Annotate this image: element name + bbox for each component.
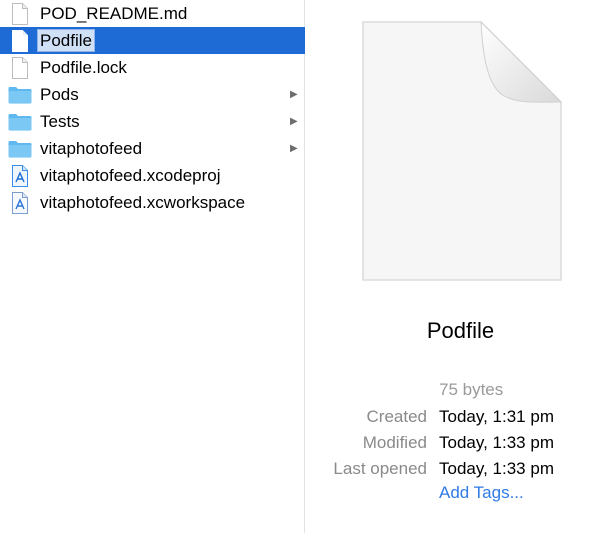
modified-row: Modified Today, 1:33 pm xyxy=(306,431,615,455)
file-list: POD_README.md Podfile Podfile.lock Pods … xyxy=(0,0,305,533)
folder-label: Pods xyxy=(40,85,79,104)
file-label: POD_README.md xyxy=(40,4,188,23)
last-opened-row: Last opened Today, 1:33 pm xyxy=(306,457,615,481)
document-icon xyxy=(8,54,32,81)
folder-icon xyxy=(8,81,32,108)
preview-file-name: Podfile xyxy=(426,318,495,343)
last-opened-value: Today, 1:33 pm xyxy=(439,459,554,478)
disclosure-arrow-icon[interactable]: ▶ xyxy=(290,108,298,135)
disclosure-arrow-icon[interactable]: ▶ xyxy=(290,81,298,108)
add-tags-link[interactable]: Add Tags... xyxy=(439,483,524,503)
folder-label: vitaphotofeed xyxy=(40,139,143,158)
file-row[interactable]: vitaphotofeed.xcodeproj xyxy=(0,162,305,189)
folder-row[interactable]: Tests ▶ xyxy=(0,108,305,135)
file-row[interactable]: POD_README.md xyxy=(0,0,305,27)
document-icon xyxy=(8,0,32,27)
file-label: vitaphotofeed.xcworkspace xyxy=(40,193,246,212)
created-value: Today, 1:31 pm xyxy=(439,407,554,426)
modified-label: Modified xyxy=(362,433,427,452)
xcode-project-icon xyxy=(8,162,32,189)
folder-row[interactable]: vitaphotofeed ▶ xyxy=(0,135,305,162)
folder-label: Tests xyxy=(40,112,80,131)
disclosure-arrow-icon[interactable]: ▶ xyxy=(290,135,298,162)
file-row[interactable]: vitaphotofeed.xcworkspace xyxy=(0,189,305,216)
created-label: Created xyxy=(366,407,427,426)
preview-pane: Podfile 75 bytes Created Today, 1:31 pm … xyxy=(306,0,615,533)
file-label: vitaphotofeed.xcodeproj xyxy=(40,166,221,185)
folder-icon xyxy=(8,108,32,135)
file-row[interactable]: Podfile.lock xyxy=(0,54,305,81)
modified-value: Today, 1:33 pm xyxy=(439,433,554,452)
xcode-workspace-icon xyxy=(8,189,32,216)
file-label: Podfile.lock xyxy=(40,58,127,77)
file-label[interactable]: Podfile xyxy=(37,29,95,52)
folder-row[interactable]: Pods ▶ xyxy=(0,81,305,108)
last-opened-label: Last opened xyxy=(333,459,427,478)
file-row-selected[interactable]: Podfile xyxy=(0,27,305,54)
document-icon xyxy=(8,27,32,54)
created-row: Created Today, 1:31 pm xyxy=(306,405,615,429)
folder-icon xyxy=(8,135,32,162)
document-preview-icon xyxy=(361,20,563,289)
file-size: 75 bytes xyxy=(439,380,504,399)
